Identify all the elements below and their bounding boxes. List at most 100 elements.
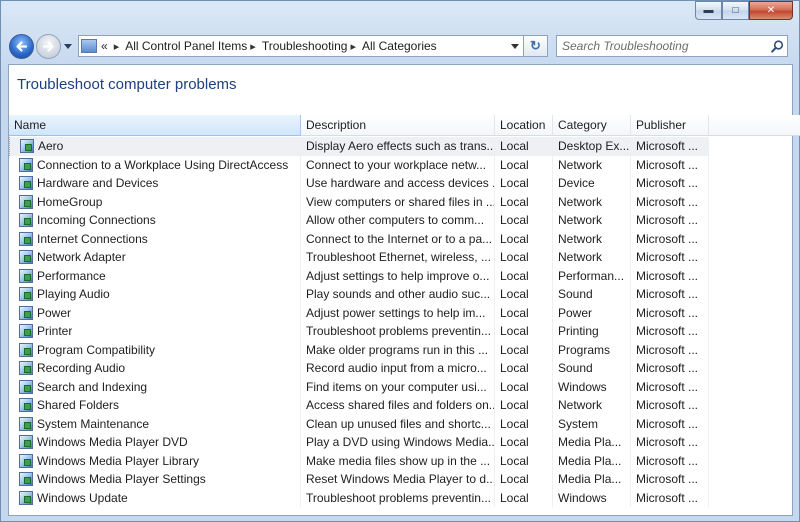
navigation-bar: « ▸ All Control Panel Items ▸ Troublesho… xyxy=(9,32,793,60)
troubleshooter-name[interactable]: Network Adapter xyxy=(37,248,126,266)
name-cell: Program Compatibility xyxy=(9,340,301,359)
troubleshooter-name[interactable]: Aero xyxy=(38,137,63,155)
table-row[interactable]: Incoming Connections Allow other compute… xyxy=(9,211,709,230)
category-cell: Sound xyxy=(553,359,631,378)
table-row[interactable]: Search and Indexing Find items on your c… xyxy=(9,377,709,396)
name-cell: Incoming Connections xyxy=(9,211,301,230)
troubleshooter-icon xyxy=(19,287,33,302)
troubleshooter-icon xyxy=(19,213,33,228)
troubleshooter-name[interactable]: Performance xyxy=(37,267,106,285)
location-cell: Local xyxy=(495,229,553,248)
breadcrumb-separator-icon[interactable]: ▸ xyxy=(350,40,356,53)
location-cell: Local xyxy=(495,414,553,433)
troubleshooter-name[interactable]: Search and Indexing xyxy=(37,378,147,396)
back-button[interactable] xyxy=(9,33,34,59)
breadcrumb-all-categories[interactable]: All Categories xyxy=(362,39,437,53)
table-row[interactable]: Internet Connections Connect to the Inte… xyxy=(9,229,709,248)
table-row[interactable]: Recording Audio Record audio input from … xyxy=(9,359,709,378)
troubleshooter-name[interactable]: System Maintenance xyxy=(37,415,149,433)
category-cell: Power xyxy=(553,303,631,322)
troubleshooter-name[interactable]: Playing Audio xyxy=(37,285,110,303)
table-row[interactable]: Shared Folders Access shared files and f… xyxy=(9,396,709,415)
table-row[interactable]: System Maintenance Clean up unused files… xyxy=(9,414,709,433)
column-header-location[interactable]: Location xyxy=(495,115,553,136)
table-row[interactable]: Windows Update Troubleshoot problems pre… xyxy=(9,488,709,507)
name-cell: Shared Folders xyxy=(9,396,301,415)
troubleshooter-name[interactable]: Shared Folders xyxy=(37,396,119,414)
address-dropdown[interactable] xyxy=(507,42,523,51)
troubleshooter-name[interactable]: Connection to a Workplace Using DirectAc… xyxy=(37,156,288,174)
table-row[interactable]: Performance Adjust settings to help impr… xyxy=(9,266,709,285)
troubleshooter-list: Aero Display Aero effects such as trans.… xyxy=(9,137,709,507)
troubleshooter-name[interactable]: Windows Media Player DVD xyxy=(37,433,188,451)
troubleshooter-name[interactable]: HomeGroup xyxy=(37,193,102,211)
table-row[interactable]: Windows Media Player Library Make media … xyxy=(9,451,709,470)
column-header-description[interactable]: Description xyxy=(301,115,495,136)
table-row[interactable]: Network Adapter Troubleshoot Ethernet, w… xyxy=(9,248,709,267)
publisher-cell: Microsoft ... xyxy=(631,303,709,322)
description-cell: Adjust settings to help improve o... xyxy=(301,266,495,285)
location-cell: Local xyxy=(495,303,553,322)
breadcrumb-separator-icon[interactable]: ▸ xyxy=(250,40,256,53)
troubleshooter-name[interactable]: Recording Audio xyxy=(37,359,125,377)
search-icon[interactable] xyxy=(767,39,787,53)
forward-button[interactable] xyxy=(36,33,61,59)
description-cell: Troubleshoot Ethernet, wireless, ... xyxy=(301,248,495,267)
table-row[interactable]: Windows Media Player DVD Play a DVD usin… xyxy=(9,433,709,452)
troubleshooter-name[interactable]: Windows Media Player Settings xyxy=(37,470,206,488)
table-row[interactable]: Aero Display Aero effects such as trans.… xyxy=(9,137,709,156)
troubleshooter-name[interactable]: Power xyxy=(37,304,71,322)
troubleshooter-name[interactable]: Program Compatibility xyxy=(37,341,155,359)
description-cell: Troubleshoot problems preventin... xyxy=(301,322,495,341)
search-input[interactable] xyxy=(562,39,767,53)
description-cell: Use hardware and access devices ... xyxy=(301,174,495,193)
location-cell: Local xyxy=(495,359,553,378)
table-row[interactable]: Program Compatibility Make older program… xyxy=(9,340,709,359)
description-cell: Make older programs run in this ... xyxy=(301,340,495,359)
description-cell: Play sounds and other audio suc... xyxy=(301,285,495,304)
table-row[interactable]: HomeGroup View computers or shared files… xyxy=(9,192,709,211)
troubleshooter-icon xyxy=(19,435,33,450)
name-cell: System Maintenance xyxy=(9,414,301,433)
troubleshooter-name[interactable]: Windows Update xyxy=(37,489,128,507)
troubleshooter-name[interactable]: Internet Connections xyxy=(37,230,148,248)
close-button[interactable]: ✕ xyxy=(749,1,793,20)
recent-pages-dropdown[interactable] xyxy=(62,42,74,51)
table-row[interactable]: Hardware and Devices Use hardware and ac… xyxy=(9,174,709,193)
category-cell: Network xyxy=(553,396,631,415)
publisher-cell: Microsoft ... xyxy=(631,266,709,285)
name-cell: Power xyxy=(9,303,301,322)
troubleshooter-icon xyxy=(19,157,33,172)
column-header-publisher[interactable]: Publisher xyxy=(631,115,709,136)
category-cell: System xyxy=(553,414,631,433)
description-cell: Play a DVD using Windows Media... xyxy=(301,433,495,452)
minimize-button[interactable]: ▬ xyxy=(695,1,722,20)
location-cell: Local xyxy=(495,248,553,267)
publisher-cell: Microsoft ... xyxy=(631,414,709,433)
troubleshooter-name[interactable]: Windows Media Player Library xyxy=(37,452,199,470)
refresh-icon: ↻ xyxy=(530,38,541,53)
address-overflow[interactable]: « xyxy=(101,39,108,53)
location-cell: Local xyxy=(495,470,553,489)
table-row[interactable]: Printer Troubleshoot problems preventin.… xyxy=(9,322,709,341)
description-cell: Record audio input from a micro... xyxy=(301,359,495,378)
table-row[interactable]: Power Adjust power settings to help im..… xyxy=(9,303,709,322)
table-row[interactable]: Connection to a Workplace Using DirectAc… xyxy=(9,155,709,174)
search-box[interactable] xyxy=(556,35,788,57)
troubleshooter-name[interactable]: Printer xyxy=(37,322,72,340)
troubleshooter-name[interactable]: Incoming Connections xyxy=(37,211,156,229)
column-header-category[interactable]: Category xyxy=(553,115,631,136)
column-header-name[interactable]: Name xyxy=(9,115,301,136)
troubleshooter-icon xyxy=(19,472,33,487)
publisher-cell: Microsoft ... xyxy=(631,192,709,211)
breadcrumb-troubleshooting[interactable]: Troubleshooting xyxy=(262,39,348,53)
description-cell: Display Aero effects such as trans... xyxy=(301,137,495,156)
table-row[interactable]: Windows Media Player Settings Reset Wind… xyxy=(9,470,709,489)
refresh-button[interactable]: ↻ xyxy=(524,35,548,57)
description-cell: Connect to your workplace netw... xyxy=(301,155,495,174)
maximize-button[interactable]: □ xyxy=(722,1,749,20)
table-row[interactable]: Playing Audio Play sounds and other audi… xyxy=(9,285,709,304)
breadcrumb-all-control-panel-items[interactable]: All Control Panel Items xyxy=(125,39,247,53)
troubleshooter-name[interactable]: Hardware and Devices xyxy=(37,174,158,192)
address-bar[interactable]: « ▸ All Control Panel Items ▸ Troublesho… xyxy=(78,35,524,57)
